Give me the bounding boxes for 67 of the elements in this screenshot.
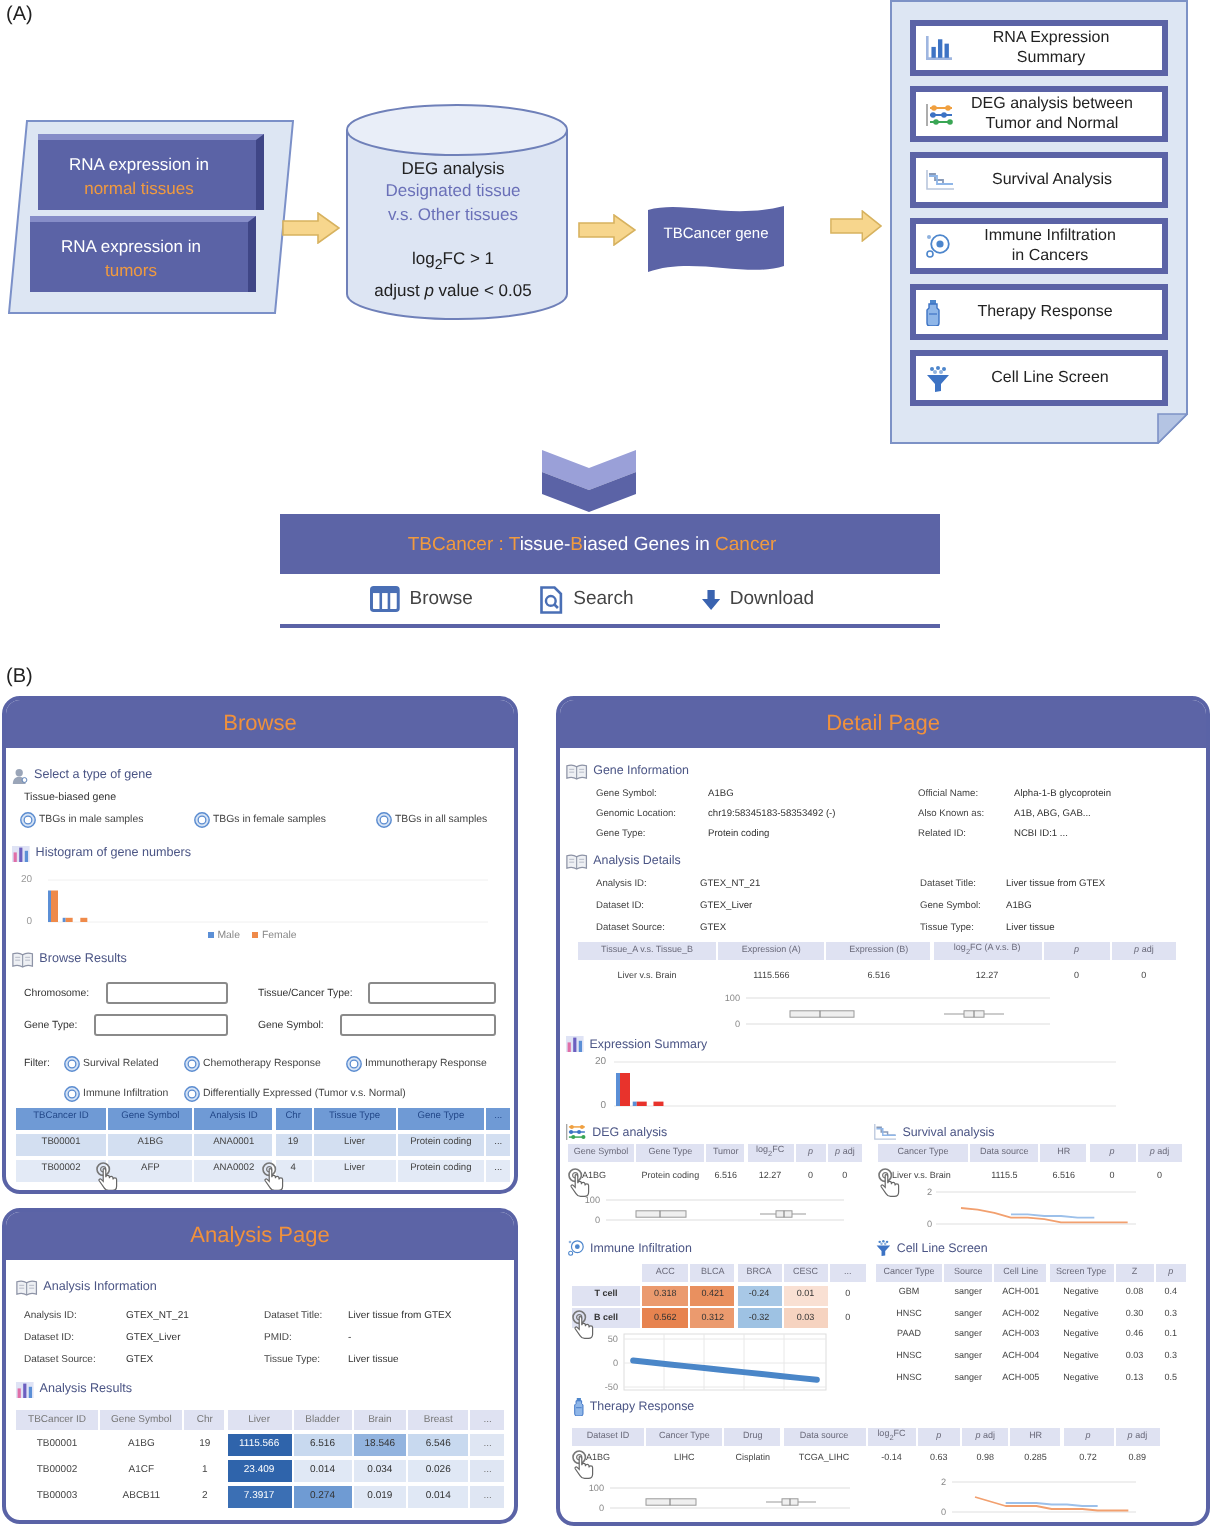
radio-icon[interactable] [184,1086,200,1102]
bar-chart-icon [926,36,953,60]
bar [653,1101,664,1106]
download-icon [701,589,720,609]
cell-icon [568,1240,584,1256]
table-icon [369,586,400,612]
box-plot [765,1498,817,1506]
dumbbell-chart-icon [926,103,954,125]
criteria-text: log$_{2}$FC > 1 [411,246,495,278]
input-field[interactable] [93,1014,228,1036]
bar-chart-icon [566,1036,584,1052]
person-icon [12,767,28,783]
flow-arrow [282,212,340,244]
input-field[interactable] [368,982,496,1004]
gene-banner [648,204,784,276]
funnel-icon [926,365,950,391]
panel-title: Browse [223,712,297,736]
vial-icon [926,299,940,325]
nav-link[interactable]: Browse [369,586,473,612]
book-icon [12,951,34,967]
module-label: Cell Line Screen [989,367,1111,389]
site-title: TBCancer : Tissue-Biased Genes in Cancer [407,533,777,555]
nav-link[interactable]: Download [701,588,815,610]
funnel-icon [876,1240,891,1256]
radio-icon[interactable] [376,811,392,827]
panel-title: Analysis Page [190,1224,330,1248]
box-plot [635,1210,687,1218]
line-chart-icon [926,170,954,190]
criteria-text: adjust p value < 0.05 [374,277,532,302]
data-block: RNA expression in normal tissues [38,134,264,210]
module-label: Therapy Response [975,301,1115,323]
nav-link[interactable]: Search [540,585,634,613]
dumbbell-chart-icon [566,1124,587,1140]
line-chart-icon [874,1124,897,1140]
book-icon [16,1279,38,1295]
radio-icon[interactable] [194,811,210,827]
flow-arrow [830,210,882,242]
radio-icon[interactable] [184,1056,200,1072]
bar-chart-icon [12,845,30,861]
module-label: DEG analysis between Tumor and Normal [969,93,1135,135]
figure-label: (B) [6,666,33,692]
cell-icon [926,234,950,258]
module-label: Immune Infiltration in Cancers [982,225,1118,267]
panel-title: Detail Page [826,712,940,736]
figure-label: (A) [6,4,33,28]
radio-icon[interactable] [346,1056,362,1072]
data-block: RNA expression in tumors [30,216,256,292]
vial-icon [574,1397,584,1415]
book-icon [566,763,588,779]
radio-icon[interactable] [64,1086,80,1102]
box-plot [789,1010,855,1018]
box-plot [943,1010,1005,1018]
box-plot [645,1498,697,1506]
input-field[interactable] [105,982,228,1004]
radio-icon[interactable] [64,1056,80,1072]
input-field[interactable] [339,1014,496,1036]
bar [80,917,88,922]
comparison-text: Designated tissue v.s. Other tissues [385,180,521,226]
document-search-icon [540,585,564,613]
radio-icon[interactable] [20,811,36,827]
module-label: RNA Expression Summary [990,27,1112,69]
module-label: Survival Analysis [989,169,1115,191]
box-plot [759,1210,807,1218]
book-icon [566,853,588,869]
flow-arrow [578,214,636,246]
bar-chart-icon [16,1381,34,1397]
analysis-title: DEG analysis [401,156,505,180]
